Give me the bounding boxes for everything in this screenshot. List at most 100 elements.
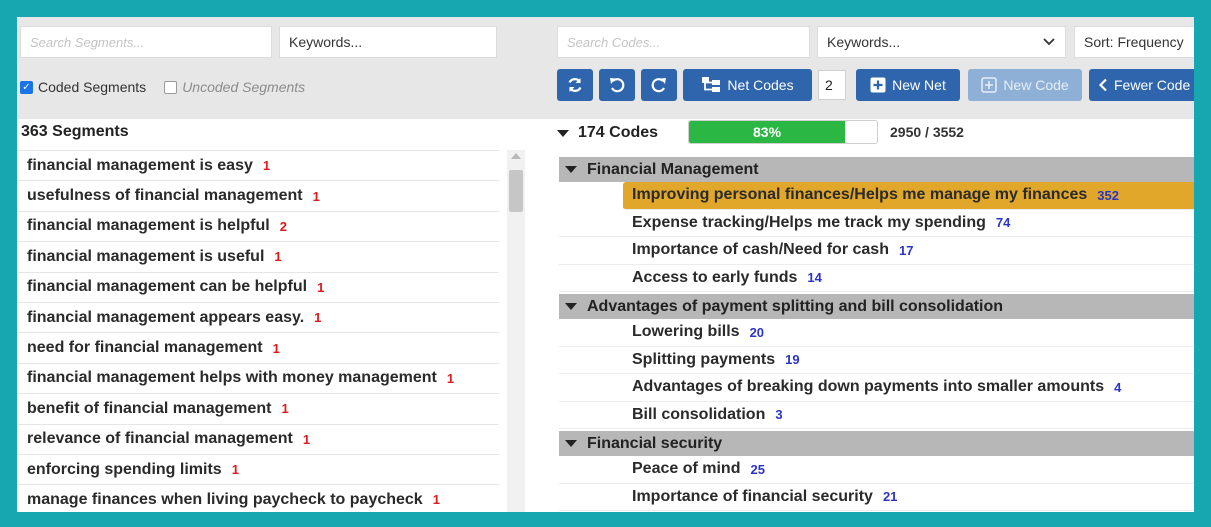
refresh-button[interactable] [557,69,593,101]
progress-percent: 83% [753,124,782,140]
coded-segments-checkbox[interactable]: ✓ [20,80,33,94]
segment-item[interactable]: financial management is helpful 2 [17,210,499,241]
segment-item[interactable]: manage finances when living paycheck to … [17,484,499,512]
segments-toolbar: Search Segments... Keywords... ✓ Coded S… [17,17,499,119]
net-codes-button[interactable]: Net Codes [683,69,812,101]
new-net-label: New Net [892,77,946,93]
coded-segments-label[interactable]: Coded Segments [38,79,146,95]
segment-item[interactable]: financial management is useful 1 [17,241,499,271]
segments-panel: Search Segments... Keywords... ✓ Coded S… [17,17,525,512]
segment-item[interactable]: need for financial management 1 [17,332,499,362]
chevron-left-icon [1098,78,1107,92]
segment-text: need for financial management [27,339,263,357]
segment-text: relevance of financial management [27,430,293,448]
segment-item[interactable]: enforcing spending limits 1 [17,453,499,484]
segment-item[interactable]: financial management appears easy. 1 [17,301,499,332]
segment-count: 363 Segments [21,123,129,140]
uncoded-segments-label[interactable]: Uncoded Segments [182,79,305,95]
fewer-codes-button[interactable]: Fewer Code [1089,69,1194,101]
codes-toolbar: Search Codes... Keywords... Sort: Freque… [499,17,1194,119]
code-group-header[interactable]: Financial security [559,431,1194,456]
segment-count-badge: 1 [432,492,440,508]
code-text: Advantages of breaking down payments int… [632,378,1105,396]
code-item[interactable]: Importance of financial security 21 [559,484,1194,511]
net-codes-label: Net Codes [727,77,794,93]
code-item[interactable]: Lowering bills 20 [559,319,1194,347]
code-item[interactable]: Splitting payments 19 [559,347,1194,374]
collapse-caret-icon[interactable] [565,440,577,447]
code-item[interactable]: Expense tracking/Helps me track my spend… [559,210,1194,237]
collapse-caret-icon[interactable] [557,129,569,137]
progress-count: 2950 / 3552 [890,124,964,140]
segment-count-badge: 1 [312,188,320,204]
segment-filter-row: ✓ Coded Segments Uncoded Segments [20,77,305,97]
code-count: 174 Codes [578,124,659,141]
segment-count-badge: 1 [262,158,271,174]
coding-progress-bar: 83% [688,120,878,144]
collapse-caret-icon[interactable] [565,166,577,173]
segment-text: financial management is useful [27,247,265,265]
code-text: Importance of financial security [632,487,873,505]
code-keywords-label: Keywords... [827,34,901,50]
collapse-caret-icon[interactable] [565,303,577,310]
segment-item[interactable]: financial management helps with money ma… [17,362,499,393]
segment-count-badge: 1 [302,431,311,447]
uncoded-segments-checkbox[interactable] [164,80,178,94]
new-code-label: New Code [1003,77,1069,93]
app-frame: Search Segments... Keywords... ✓ Coded S… [17,17,1194,512]
code-text: Peace of mind [632,460,741,478]
code-group-header[interactable]: Financial Management [559,157,1194,182]
code-item[interactable]: Importance of cash/Need for cash 17 [559,237,1194,265]
segment-count-badge: 1 [274,249,282,265]
redo-icon [651,78,666,93]
new-net-button[interactable]: New Net [856,69,960,101]
undo-button[interactable] [599,69,635,101]
segment-item[interactable]: usefulness of financial management 1 [17,180,499,210]
undo-icon [610,78,625,93]
code-text: Lowering bills [632,323,740,341]
code-text: Improving personal finances/Helps me man… [632,186,1088,204]
code-item[interactable]: Access to early funds 14 [559,265,1194,292]
code-group-header[interactable]: Advantages of payment splitting and bill… [559,294,1194,319]
plus-box-icon [870,77,886,93]
segment-text: financial management is easy [27,156,253,174]
code-group-title: Financial Management [587,160,759,178]
segment-search-input[interactable]: Search Segments... [20,26,272,58]
sort-select[interactable]: Sort: Frequency [1074,26,1194,58]
segment-list: financial management is easy 1 usefulness … [17,150,499,512]
code-frequency: 352 [1097,187,1119,203]
segment-text: financial management can be helpful [27,278,308,296]
sort-label: Sort: Frequency [1084,34,1184,50]
segment-text: financial management helps with money ma… [27,369,437,387]
code-search-input[interactable]: Search Codes... [557,26,810,58]
segment-item[interactable]: financial management can be helpful 1 [17,271,499,302]
segment-text: benefit of financial management [27,399,272,417]
segment-count-badge: 1 [446,370,455,386]
segment-item[interactable]: benefit of financial management 1 [17,393,499,423]
net-level-input[interactable]: 2 [818,70,846,100]
redo-button[interactable] [641,69,677,101]
segment-text: financial management is helpful [27,217,270,235]
codes-header: 174 Codes [557,121,658,145]
code-item[interactable]: Peace of mind 25 [559,456,1194,484]
segment-count-badge: 1 [272,340,280,356]
segment-count-badge: 2 [279,218,287,234]
segment-text: financial management appears easy. [27,308,305,326]
code-text: Bill consolidation [632,405,766,423]
segment-keywords-input[interactable]: Keywords... [279,26,497,58]
code-item[interactable]: Bill consolidation 3 [559,402,1194,429]
code-item[interactable]: Improving personal finances/Helps me man… [623,182,1194,210]
code-frequency: 21 [882,489,898,505]
code-group-title: Advantages of payment splitting and bill… [587,297,1004,315]
segment-item[interactable]: relevance of financial management 1 [17,423,499,454]
code-frequency: 14 [807,270,822,286]
code-item[interactable]: Advantages of breaking down payments int… [559,374,1194,402]
segment-count-badge: 1 [317,279,325,295]
new-code-button[interactable]: New Code [968,69,1082,101]
code-frequency: 4 [1114,379,1122,395]
segment-item[interactable]: financial management is easy 1 [17,150,499,180]
hierarchy-icon [702,77,721,92]
code-keywords-select[interactable]: Keywords... [817,26,1066,58]
segment-count-badge: 1 [281,401,289,417]
code-tree: Financial Management Improving personal f… [559,155,1194,511]
